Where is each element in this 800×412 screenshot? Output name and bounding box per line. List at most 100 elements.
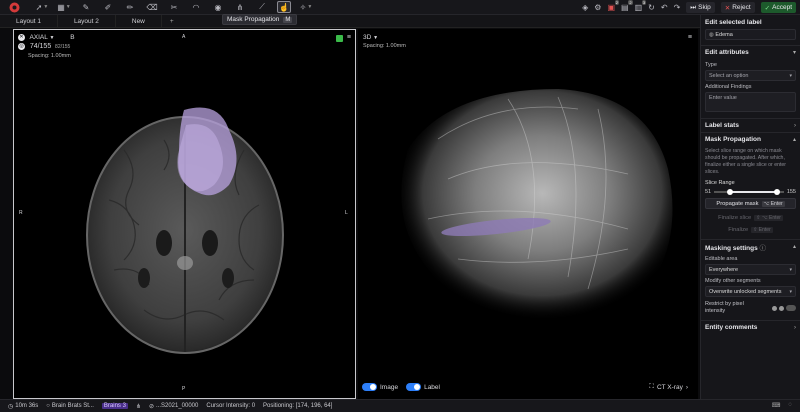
lock-icon[interactable]	[772, 305, 777, 311]
orientation-select[interactable]: AXIAL	[29, 34, 47, 41]
contour-tool-icon[interactable]: ◠	[189, 1, 203, 13]
issues-badge: 2	[614, 0, 620, 5]
slice-range-slider[interactable]: 51 155	[701, 189, 800, 195]
info-icon: ⓘ	[759, 244, 767, 252]
mask-propagation-tooltip: Mask Propagation M	[222, 14, 298, 25]
preset-icon: ⛶	[649, 383, 654, 390]
axial-viewport[interactable]: ✕ AXIAL ▼ B ◎ 74/155 82/155 Spacing: 1.0…	[13, 29, 356, 399]
issues-icon[interactable]: ▣ 2	[607, 0, 620, 12]
chevron-down-icon[interactable]: ▼	[49, 35, 54, 41]
edit-selected-label-header[interactable]: Edit selected label	[701, 15, 800, 29]
propagate-mask-button[interactable]: Propagate mask ⌥ Enter	[705, 198, 796, 209]
close-icon[interactable]: ✕	[18, 34, 25, 41]
sync-status-icon[interactable]	[336, 35, 343, 42]
menu-icon[interactable]: ≡	[347, 34, 351, 41]
mask-propagation-header[interactable]: Mask Propagation ▴	[701, 132, 800, 146]
modify-segments-select[interactable]: Overwrite unlocked segments ▾	[705, 286, 796, 297]
restrict-toggle[interactable]	[786, 305, 796, 311]
restrict-intensity-row: Restrict by pixel intensity	[701, 301, 800, 315]
mask-propagation-hint: Select slice range on which mask should …	[705, 148, 787, 175]
eraser-tool-icon[interactable]: ⌫	[145, 1, 159, 13]
check-icon: ✓	[764, 4, 771, 12]
tab-layout-2[interactable]: Layout 2	[58, 14, 116, 28]
unlock-icon[interactable]	[779, 305, 784, 311]
dataset-tag[interactable]: Brains 3	[101, 403, 128, 409]
orientation-marker-left: R	[19, 210, 23, 216]
dataset-name[interactable]: ○ Brain Brats St...	[46, 403, 94, 409]
scissors-tool-icon[interactable]: ✂	[167, 1, 181, 13]
masking-settings-header[interactable]: Masking settings ⓘ ▴	[701, 239, 800, 253]
magic-tool-icon[interactable]: ✧ ▼	[299, 1, 313, 13]
cursor-tool-icon[interactable]: ➚ ▼	[35, 1, 49, 13]
orientation-marker-right: L	[345, 210, 348, 216]
slice-info: ◎ 74/155 82/155	[18, 43, 70, 50]
3d-spacing-label: Spacing: 1.00mm	[363, 43, 406, 49]
history-icon[interactable]: ▥ 3	[635, 0, 647, 12]
skip-button[interactable]: ⏭ Skip	[686, 2, 715, 13]
label-stats-header[interactable]: Label stats ›	[701, 118, 800, 132]
redo-icon[interactable]: ↷	[674, 3, 681, 12]
editable-area-select[interactable]: Everywhere ▾	[705, 264, 796, 275]
positioning: Positioning: [174, 196, 64]	[263, 403, 333, 409]
paint-bucket-icon[interactable]: ◈	[582, 3, 588, 12]
file-name[interactable]: ⊘ ...S2021_00000	[149, 403, 198, 410]
lock-icon[interactable]: ◎	[18, 43, 25, 50]
selected-label-select[interactable]: ◍ Edema	[705, 29, 796, 40]
hierarchy-tool-icon[interactable]: ⋔	[233, 1, 247, 13]
pen-tool-icon[interactable]: ✎	[79, 1, 93, 13]
finalize-slice-button[interactable]: Finalize slice ⇧ ⌥ Enter	[705, 212, 796, 223]
chevron-down-icon[interactable]: ▼	[373, 35, 378, 41]
3d-menu-icon[interactable]: ≡	[688, 34, 692, 41]
3d-viewport[interactable]: 3D ▼ Spacing: 1.00mm ≡ Image Label ⛶ CT …	[358, 29, 698, 399]
keyboard-icon[interactable]: ⌨	[772, 402, 781, 409]
findings-input[interactable]: Enter value	[705, 92, 796, 112]
comments-icon[interactable]: ▤ 2	[621, 0, 633, 12]
label-toggle[interactable]	[406, 383, 422, 391]
brush-tool-icon[interactable]: ✐	[101, 1, 115, 13]
edit-attributes-header[interactable]: Edit attributes ▾	[701, 45, 800, 59]
findings-label: Additional Findings	[705, 84, 752, 90]
type-select[interactable]: Select an option ▾	[705, 70, 796, 81]
3d-mode-select[interactable]: 3D	[363, 34, 371, 41]
line-tool-icon[interactable]: ⟋	[255, 1, 269, 13]
spacing-label: Spacing: 1.00mm	[28, 53, 71, 59]
slider-max-handle[interactable]	[774, 189, 781, 195]
undo-icon[interactable]: ↶	[661, 3, 668, 12]
view-mode[interactable]: B	[70, 34, 74, 41]
skip-icon: ⏭	[690, 3, 697, 11]
chat-icon[interactable]: ◌	[788, 402, 792, 409]
3d-render-image	[358, 29, 698, 399]
editable-area-label: Editable area	[705, 256, 738, 262]
chevron-right-icon: ›	[794, 324, 796, 331]
slider-track[interactable]	[714, 189, 784, 195]
cursor-intensity: Cursor Intensity: 0	[206, 403, 256, 409]
accept-button[interactable]: ✓ Accept	[760, 2, 796, 13]
refresh-icon[interactable]: ↻	[648, 3, 655, 12]
slider-fill	[728, 191, 777, 193]
chevron-down-icon: ▾	[792, 50, 796, 56]
type-label: Type	[705, 62, 717, 68]
grid-tool-icon[interactable]: ▦ ▼	[57, 1, 71, 13]
add-tab-button[interactable]: +	[162, 15, 182, 28]
image-toggle[interactable]	[362, 383, 377, 391]
slider-min-handle[interactable]	[726, 189, 733, 195]
settings-icon[interactable]: ⚙	[594, 3, 601, 12]
orientation-marker-bottom: P	[182, 386, 186, 392]
tab-layout-1[interactable]: Layout 1	[0, 14, 58, 28]
mask-propagation-tool-icon[interactable]: ☝	[277, 1, 291, 13]
tab-new[interactable]: New	[116, 14, 162, 28]
eye-tool-icon[interactable]: ◉	[211, 1, 225, 13]
preset-selector[interactable]: ⛶ CT X-ray ›	[649, 383, 688, 391]
slice-counter-secondary: 82/155	[55, 44, 71, 51]
entity-comments-header[interactable]: Entity comments ›	[701, 320, 800, 334]
clock-icon: ◷	[8, 403, 14, 410]
layout-tabs: Layout 1 Layout 2 New +	[0, 14, 700, 28]
pencil-tool-icon[interactable]: ✏	[123, 1, 137, 13]
finalize-button[interactable]: Finalize ⇧ Enter	[705, 224, 796, 235]
3d-header: 3D ▼	[363, 34, 378, 41]
statusbar-right: ⌨ ◌	[772, 402, 792, 409]
slice-range-label: Slice Range	[705, 180, 735, 186]
reject-button[interactable]: ✕ Reject	[720, 2, 755, 13]
render-toggles: Image Label	[362, 383, 440, 391]
tree-icon[interactable]: ⋔	[136, 403, 141, 410]
